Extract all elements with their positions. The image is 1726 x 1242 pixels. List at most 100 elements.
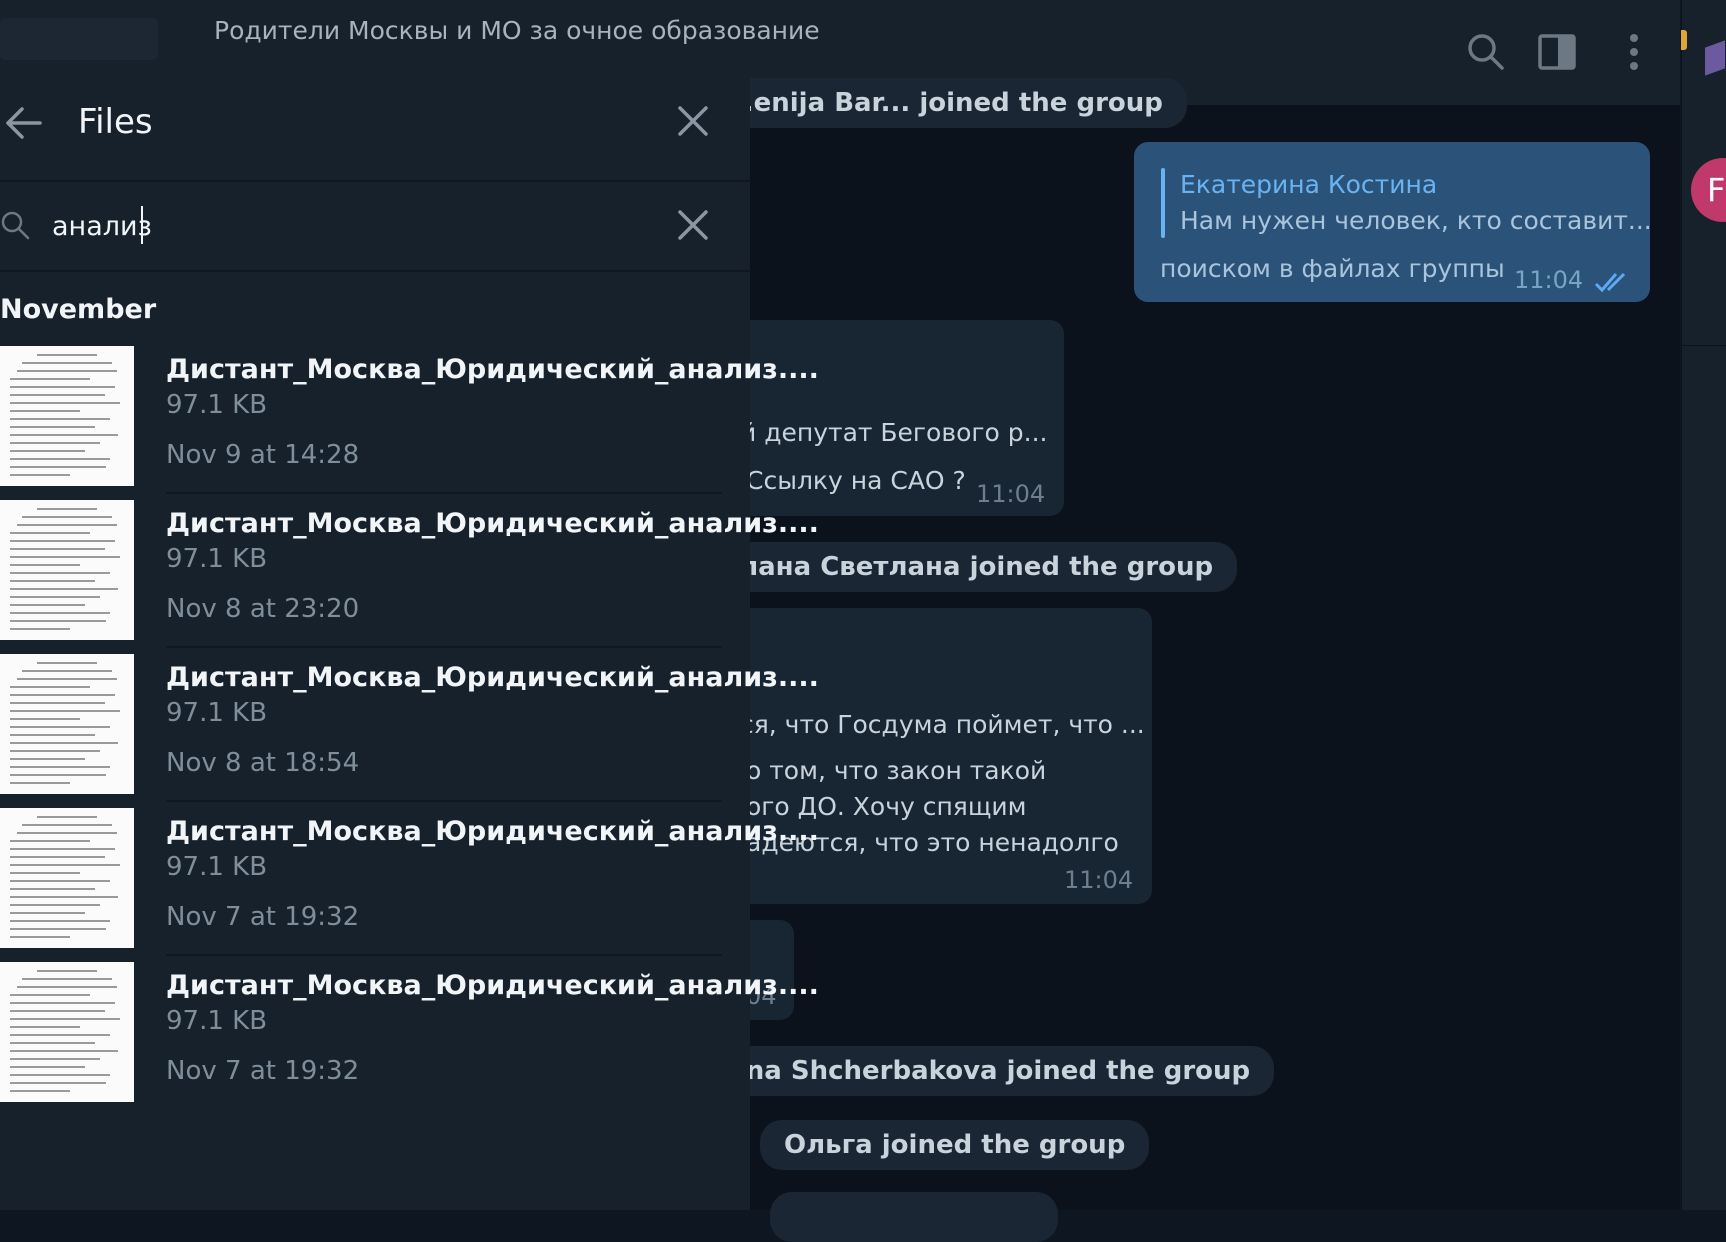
- divider: [166, 646, 722, 648]
- thumbnail-text-line: [10, 840, 90, 842]
- divider: [166, 492, 722, 494]
- thumbnail-text-line: [10, 702, 105, 704]
- thumbnail-text-line: [10, 734, 95, 736]
- files-panel: Files November Дистант_Москва_Юридически…: [0, 62, 819, 1210]
- thumbnail-text-line: [17, 986, 117, 988]
- file-size: 97.1 KB: [166, 852, 268, 882]
- thumbnail-text-line: [10, 426, 95, 428]
- thumbnail-text-line: [10, 1034, 110, 1036]
- file-date: Nov 8 at 23:20: [166, 594, 360, 624]
- more-vertical-icon[interactable]: [1612, 30, 1656, 74]
- document-thumbnail: [0, 654, 134, 794]
- thumbnail-text-line: [22, 670, 112, 672]
- thumbnail-text-line: [10, 920, 110, 922]
- file-date: Nov 8 at 18:54: [166, 748, 360, 778]
- thumbnail-text-line: [37, 816, 97, 818]
- panel-title: Files: [78, 102, 153, 142]
- back-arrow-icon[interactable]: [4, 104, 42, 142]
- thumbnail-text-line: [10, 434, 118, 436]
- thumbnail-text-line: [10, 532, 90, 534]
- reply-accent-bar: [1161, 168, 1165, 238]
- message-text: поиском в файлах группы: [1160, 254, 1505, 283]
- thumbnail-text-line: [10, 1002, 115, 1004]
- file-item[interactable]: Дистант_Москва_Юридический_анализ.... 97…: [0, 808, 819, 962]
- thumbnail-text-line: [10, 880, 110, 882]
- file-name: Дистант_Москва_Юридический_анализ....: [166, 354, 819, 385]
- thumbnail-text-line: [37, 354, 97, 356]
- thumbnail-text-line: [10, 864, 120, 866]
- files-header: Files: [0, 62, 750, 182]
- thumbnail-text-line: [10, 774, 106, 776]
- thumbnail-text-line: [10, 694, 115, 696]
- thumbnail-text-line: [22, 824, 112, 826]
- search-row: [0, 182, 750, 272]
- thumbnail-text-line: [10, 548, 105, 550]
- clear-icon[interactable]: [676, 208, 710, 242]
- thumbnail-text-line: [10, 628, 70, 630]
- thumbnail-text-line: [10, 402, 120, 404]
- thumbnail-text-line: [10, 848, 115, 850]
- thumbnail-text-line: [10, 782, 70, 784]
- document-thumbnail: [0, 500, 134, 640]
- thumbnail-text-line: [10, 466, 106, 468]
- thumbnail-text-line: [10, 710, 120, 712]
- thumbnail-text-line: [10, 726, 110, 728]
- thumbnail-text-line: [22, 362, 112, 364]
- outgoing-message[interactable]: Екатерина Костина Нам нужен человек, кто…: [1134, 142, 1652, 302]
- badge: [1681, 30, 1687, 50]
- message-text-line: ся, что Госдума поймет, что ...: [740, 710, 1145, 739]
- search-input[interactable]: [52, 204, 612, 248]
- thumbnail-text-line: [10, 1090, 70, 1092]
- file-size: 97.1 KB: [166, 698, 268, 728]
- search-icon[interactable]: [1464, 30, 1508, 74]
- file-item[interactable]: Дистант_Москва_Юридический_анализ.... 97…: [0, 346, 819, 500]
- read-check-icon: [1594, 272, 1626, 293]
- file-item[interactable]: Дистант_Москва_Юридический_анализ.... 97…: [0, 500, 819, 654]
- file-size: 97.1 KB: [166, 390, 268, 420]
- close-icon[interactable]: [676, 104, 710, 138]
- thumbnail-text-line: [10, 394, 105, 396]
- thumbnail-text-line: [10, 912, 85, 914]
- file-item[interactable]: Дистант_Москва_Юридический_анализ.... 97…: [0, 962, 819, 1116]
- thumbnail-text-line: [17, 370, 117, 372]
- thumbnail-text-line: [10, 378, 90, 380]
- chat-title[interactable]: Родители Москвы и МО за очное образовани…: [214, 16, 820, 45]
- thumbnail-text-line: [10, 442, 100, 444]
- chat-list-search-box[interactable]: [0, 18, 158, 60]
- thumbnail-text-line: [10, 604, 85, 606]
- thumbnail-text-line: [10, 928, 106, 930]
- thumbnail-text-line: [17, 678, 117, 680]
- thumbnail-text-line: [37, 508, 97, 510]
- thumbnail-text-line: [10, 742, 118, 744]
- thumbnail-text-line: [10, 458, 110, 460]
- message-text-line: о том, что закон такой: [746, 756, 1047, 785]
- thumbnail-text-line: [10, 994, 90, 996]
- document-thumbnail: [0, 346, 134, 486]
- message-text-line: Ссылку на САО ?: [746, 466, 966, 495]
- thumbnail-text-line: [10, 888, 95, 890]
- sidebar-toggle-icon[interactable]: [1536, 30, 1580, 74]
- service-message: тлана Светлана joined the group: [700, 542, 1238, 592]
- thumbnail-text-line: [10, 1026, 80, 1028]
- file-size: 97.1 KB: [166, 1006, 268, 1036]
- thumbnail-text-line: [10, 450, 85, 452]
- thumbnail-text-line: [37, 970, 97, 972]
- thumbnail-text-line: [10, 588, 118, 590]
- thumbnail-text-line: [10, 572, 110, 574]
- document-thumbnail: [0, 808, 134, 948]
- reply-quote[interactable]: Нам нужен человек, кто составит...: [1180, 206, 1652, 235]
- file-date: Nov 9 at 14:28: [166, 440, 360, 470]
- document-thumbnail: [0, 962, 134, 1102]
- thumbnail-text-line: [10, 474, 70, 476]
- thumbnail-text-line: [22, 516, 112, 518]
- thumbnail-text-line: [10, 540, 115, 542]
- incoming-message[interactable]: ся, что Госдума поймет, что ... о том, ч…: [720, 608, 1152, 904]
- thumbnail-text-line: [10, 758, 85, 760]
- file-date: Nov 7 at 19:32: [166, 1056, 360, 1086]
- thumbnail-text-line: [10, 1050, 118, 1052]
- file-name: Дистант_Москва_Юридический_анализ....: [166, 816, 819, 847]
- thumbnail-text-line: [22, 978, 112, 980]
- file-item[interactable]: Дистант_Москва_Юридический_анализ.... 97…: [0, 654, 819, 808]
- incoming-message[interactable]: й депутат Бегового р... Ссылку на САО ? …: [720, 320, 1064, 516]
- thumbnail-text-line: [10, 564, 80, 566]
